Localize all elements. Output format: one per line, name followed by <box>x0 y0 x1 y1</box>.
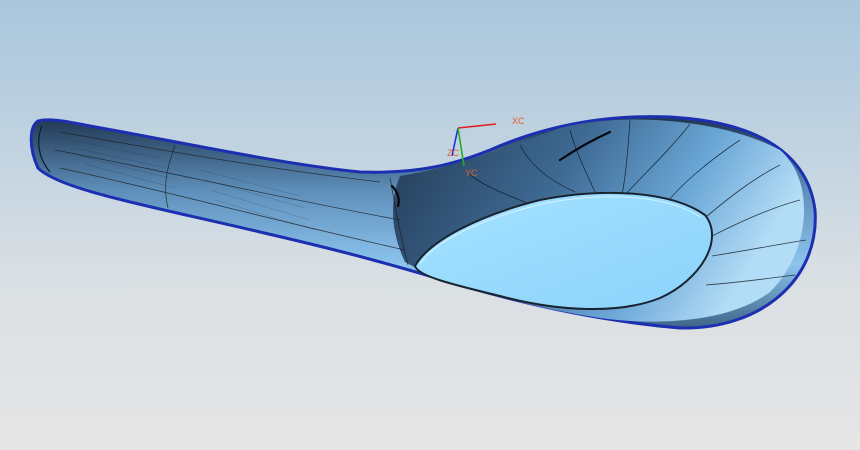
graphics-viewport[interactable]: XC ZC YC <box>0 0 860 450</box>
y-axis-label: YC <box>465 168 478 178</box>
model-scene[interactable]: XC ZC YC <box>0 0 860 450</box>
x-axis-line <box>457 123 497 129</box>
z-axis-label: ZC <box>447 148 459 158</box>
x-axis-label: XC <box>512 116 525 126</box>
